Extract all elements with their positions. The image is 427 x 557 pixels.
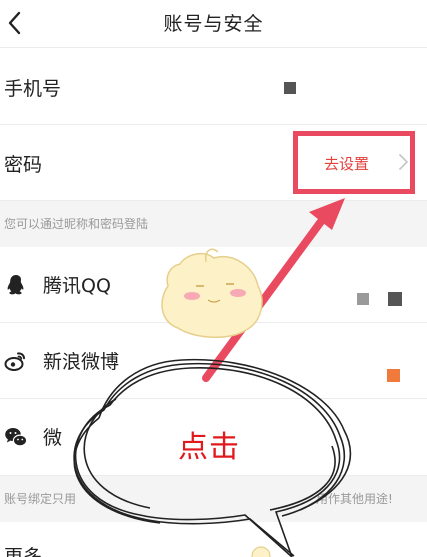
- wechat-icon: [5, 428, 28, 447]
- more-row[interactable]: 更多: [0, 522, 427, 557]
- redacted-value: [357, 293, 369, 305]
- qq-row[interactable]: 腾讯QQ: [0, 247, 427, 323]
- highlight-box: [293, 131, 415, 194]
- redacted-value: [388, 292, 402, 306]
- weibo-icon: [4, 352, 25, 371]
- phone-row[interactable]: 手机号: [0, 48, 427, 125]
- wechat-label: 微: [43, 427, 63, 449]
- bind-hint-right: 用作其他用途!: [316, 492, 393, 506]
- more-label: 更多: [4, 546, 43, 557]
- login-hint: 您可以通过昵称和密码登陆: [0, 201, 427, 247]
- bind-hint-left: 账号绑定只用: [4, 492, 77, 506]
- bind-hint: 账号绑定只用 用作其他用途!: [0, 476, 427, 522]
- password-label: 密码: [4, 154, 43, 176]
- header-bar: 账号与安全: [0, 0, 427, 48]
- weibo-row[interactable]: 新浪微博: [0, 323, 427, 399]
- click-annotation: 点击: [178, 430, 240, 465]
- phone-label: 手机号: [4, 78, 62, 100]
- qq-icon: [7, 275, 24, 295]
- redacted-value: [387, 369, 400, 382]
- qq-label: 腾讯QQ: [43, 275, 111, 297]
- weibo-label: 新浪微博: [43, 351, 120, 373]
- page-title: 账号与安全: [163, 13, 264, 35]
- redacted-value: [284, 82, 296, 94]
